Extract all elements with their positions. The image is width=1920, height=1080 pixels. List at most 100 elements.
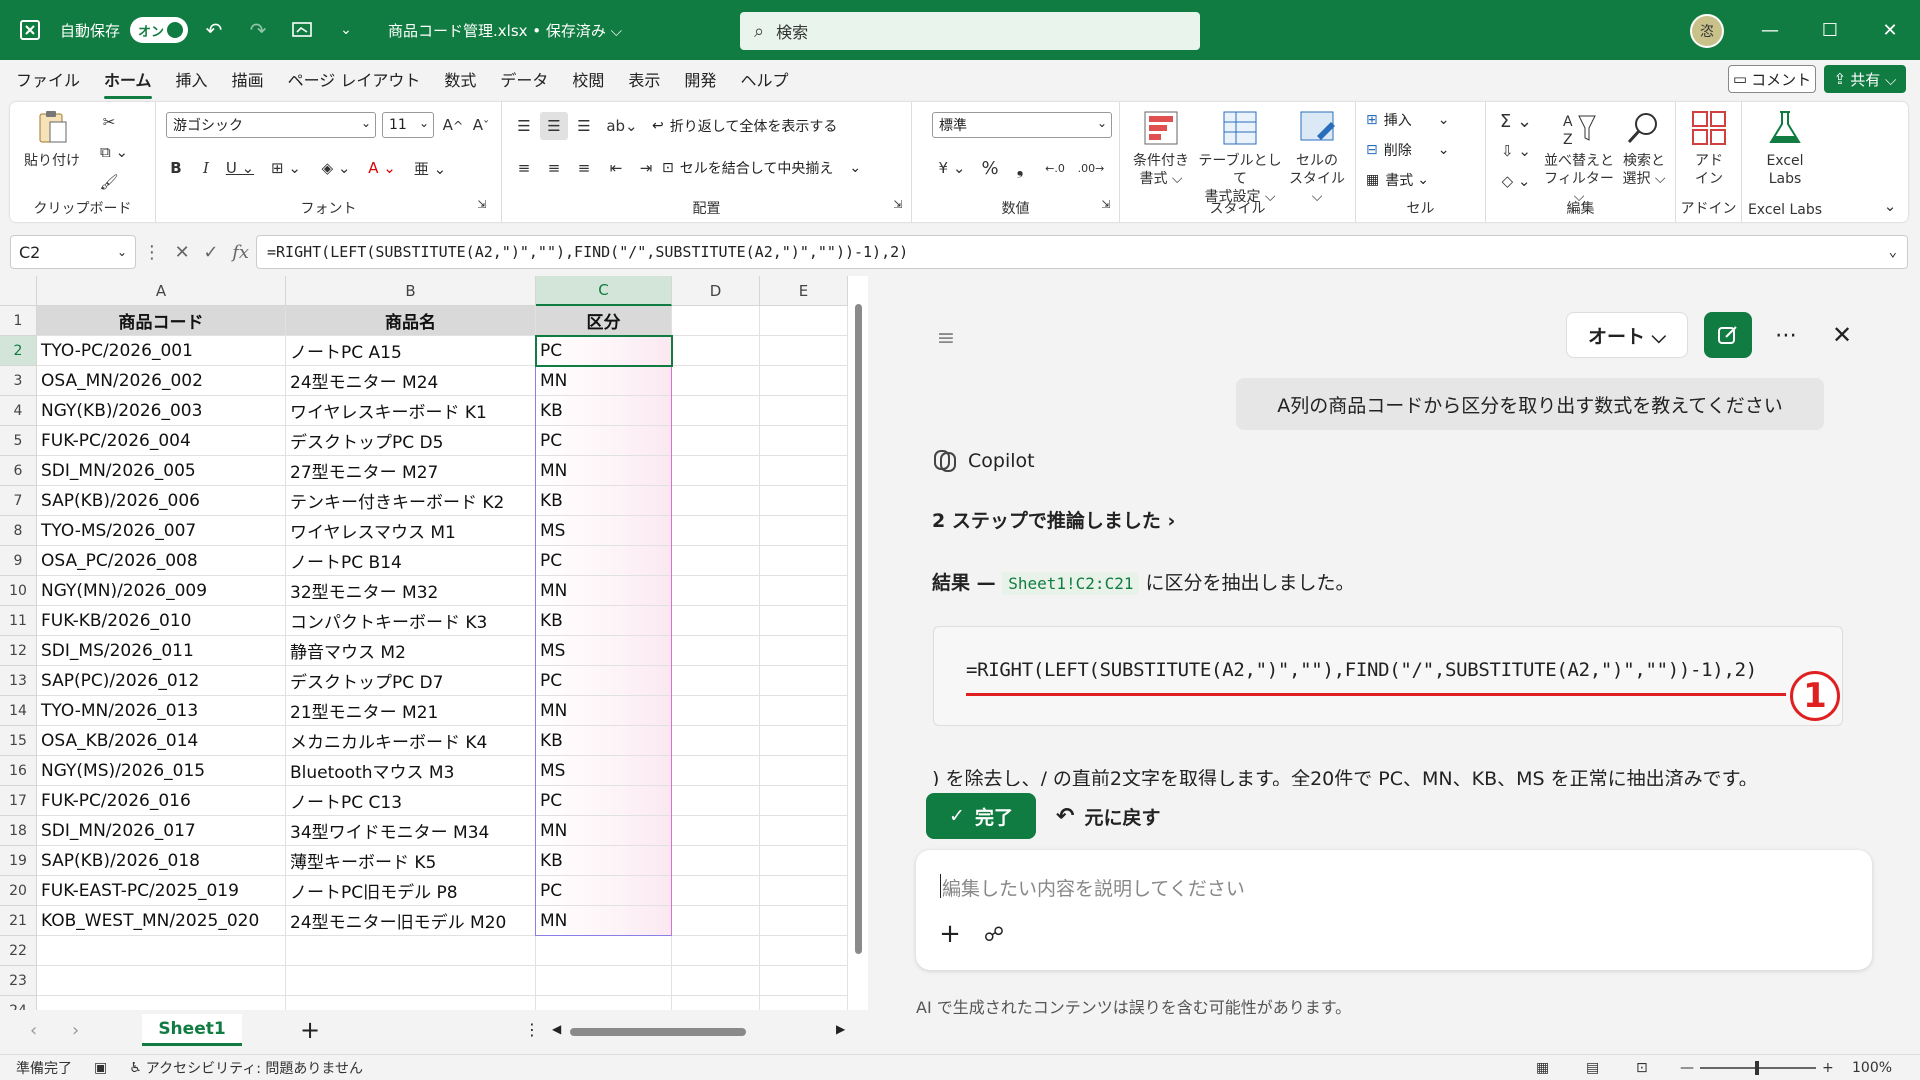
font-size-combo[interactable]: 11 ⌄ [382,112,434,138]
align-right-icon[interactable]: ≡ [570,154,598,182]
table-cell[interactable]: KOB_WEST_MN/2025_020 [37,906,286,936]
accessibility-status[interactable]: アクセシビリティ: 問題ありません [146,1058,363,1078]
result-range[interactable]: Sheet1!C2:C21 [1002,572,1140,595]
empty-cell[interactable] [672,456,760,486]
cut-icon[interactable]: ✂ [94,110,124,134]
header-cell[interactable]: 区分 [536,306,672,336]
empty-cell[interactable] [760,876,848,906]
cancel-icon[interactable]: ✕ [175,242,190,263]
empty-cell[interactable] [672,876,760,906]
row-header[interactable]: 18 [0,816,37,846]
tab-developer[interactable]: 開発 [684,61,716,97]
empty-cell[interactable] [760,786,848,816]
zoom-out-icon[interactable]: — [1680,1060,1694,1076]
table-cell[interactable]: テンキー付きキーボード K2 [286,486,536,516]
add-sheet-icon[interactable]: + [300,1016,320,1044]
table-cell[interactable]: FUK-PC/2026_016 [37,786,286,816]
page-break-view-icon[interactable]: ⊡ [1636,1060,1648,1076]
table-cell[interactable]: TYO-MN/2026_013 [37,696,286,726]
more-icon[interactable]: ⋮ [143,242,161,263]
tab-data[interactable]: データ [500,61,548,97]
more-options-icon[interactable]: ⋯ [1766,312,1806,358]
row-header[interactable]: 6 [0,456,37,486]
table-cell[interactable]: デスクトップPC D7 [286,666,536,696]
row-header[interactable]: 4 [0,396,37,426]
row-header[interactable]: 15 [0,726,37,756]
table-cell[interactable]: SAP(KB)/2026_018 [37,846,286,876]
table-cell[interactable]: ワイヤレスキーボード K1 [286,396,536,426]
align-center-icon[interactable]: ≡ [540,154,568,182]
vertical-scrollbar[interactable] [853,284,863,984]
table-cell[interactable]: SAP(PC)/2026_012 [37,666,286,696]
tab-review[interactable]: 校閲 [572,61,604,97]
empty-cell[interactable] [672,606,760,636]
format-as-table-button[interactable]: テーブルとして 書式設定 ⌵ [1198,108,1282,206]
search-box[interactable]: ⌕ 検索 [740,12,1200,50]
empty-cell[interactable] [760,516,848,546]
row-header[interactable]: 8 [0,516,37,546]
table-cell[interactable]: 32型モニター M32 [286,576,536,606]
empty-cell[interactable] [286,936,536,966]
enter-icon[interactable]: ✓ [203,242,218,263]
scroll-left-icon[interactable]: ◀ [552,1022,561,1036]
conditional-format-button[interactable]: 条件付き 書式 ⌵ [1126,108,1196,188]
horizontal-scroll-thumb[interactable] [570,1028,746,1036]
row-header[interactable]: 13 [0,666,37,696]
table-cell[interactable]: OSA_MN/2026_002 [37,366,286,396]
table-cell[interactable]: 34型ワイドモニター M34 [286,816,536,846]
tab-draw[interactable]: 描画 [232,61,264,97]
fill-color-icon[interactable]: ◈ ⌄ [316,154,356,182]
insert-function-icon[interactable]: fx [232,242,249,263]
decrease-decimal-icon[interactable]: .00→ [1074,154,1108,182]
empty-cell[interactable] [536,936,672,966]
table-cell[interactable]: NGY(KB)/2026_003 [37,396,286,426]
table-cell[interactable]: NGY(MN)/2026_009 [37,576,286,606]
table-cell[interactable]: ノートPC B14 [286,546,536,576]
increase-decimal-icon[interactable]: ←.0 [1038,154,1072,182]
table-cell[interactable]: 薄型キーボード K5 [286,846,536,876]
new-chat-button[interactable] [1704,312,1752,358]
scroll-thumb[interactable] [855,304,862,954]
empty-cell[interactable] [760,996,848,1010]
phonetic-icon[interactable]: 亜 ⌄ [410,154,450,182]
table-cell[interactable]: TYO-PC/2026_001 [37,336,286,366]
macro-record-icon[interactable]: ▣ [94,1060,107,1076]
spreadsheet-grid[interactable]: A B C D E 1 商品コード 商品名 区分 2 TYO-PC/2026_001 ノートPC A1… [0,276,868,1010]
row-header[interactable]: 24 [0,996,37,1010]
empty-cell[interactable] [760,936,848,966]
empty-cell[interactable] [760,966,848,996]
empty-cell[interactable] [672,306,760,336]
empty-cell[interactable] [760,636,848,666]
page-layout-view-icon[interactable]: ▤ [1586,1060,1599,1076]
addins-button[interactable]: アド イン [1684,108,1734,188]
row-header[interactable]: 5 [0,426,37,456]
next-sheet-icon[interactable]: › [72,1020,79,1041]
user-avatar[interactable]: 恣 [1690,14,1724,48]
empty-cell[interactable] [760,486,848,516]
select-all-corner[interactable] [0,276,37,306]
autosum-icon[interactable]: Σ ⌄ [1496,108,1536,134]
empty-cell[interactable] [37,966,286,996]
empty-cell[interactable] [760,306,848,336]
empty-cell[interactable] [760,696,848,726]
empty-cell[interactable] [672,756,760,786]
empty-cell[interactable] [760,816,848,846]
accessibility-icon[interactable]: ♿ [129,1060,142,1076]
align-middle-icon[interactable]: ☰ [540,112,568,140]
empty-cell[interactable] [672,636,760,666]
empty-cell[interactable] [760,426,848,456]
empty-cell[interactable] [672,816,760,846]
empty-cell[interactable] [760,576,848,606]
row-header[interactable]: 20 [0,876,37,906]
format-painter-icon[interactable]: 🖌 [94,170,124,194]
comment-button[interactable]: ▭ コメント [1728,65,1816,93]
orientation-icon[interactable]: ab⌄ [602,112,642,140]
sort-filter-button[interactable]: AZ 並べ替えと フィルター ⌵ [1544,108,1614,206]
table-cell[interactable]: 27型モニター M27 [286,456,536,486]
find-select-button[interactable]: 検索と 選択 ⌵ [1614,108,1674,188]
table-cell[interactable]: ワイヤレスマウス M1 [286,516,536,546]
tab-home[interactable]: ホーム [104,61,152,99]
cell-styles-button[interactable]: セルの スタイル ⌵ [1282,108,1352,206]
column-header-d[interactable]: D [672,276,760,306]
tab-insert[interactable]: 挿入 [176,61,208,97]
